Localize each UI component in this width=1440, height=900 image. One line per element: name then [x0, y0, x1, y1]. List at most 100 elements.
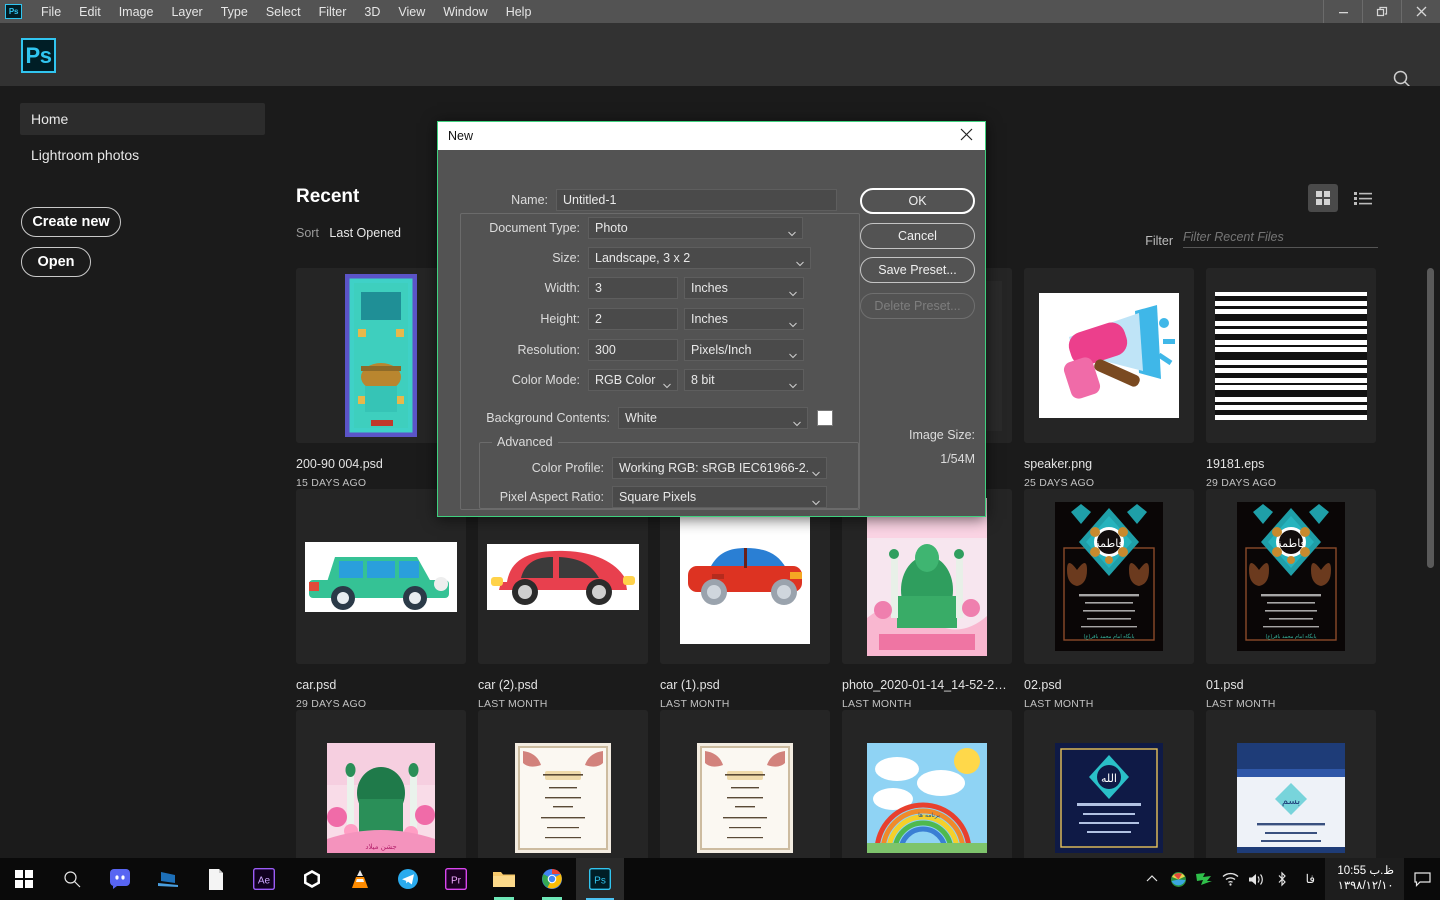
- color-profile-select[interactable]: Working RGB: sRGB IEC61966-2.1: [612, 457, 827, 479]
- window-controls: [1323, 0, 1440, 23]
- background-contents-select[interactable]: White: [618, 407, 808, 429]
- chrome-icon[interactable]: [528, 858, 576, 900]
- svg-text:پایگاه امام محمد باقر(ع): پایگاه امام محمد باقر(ع): [1265, 633, 1317, 640]
- sidebar-item-lightroom-photos[interactable]: Lightroom photos: [20, 139, 265, 171]
- sort-control[interactable]: Sort Last Opened: [296, 226, 401, 240]
- laptop-icon[interactable]: [144, 858, 192, 900]
- height-input[interactable]: [588, 308, 678, 330]
- recent-file-card[interactable]: car (2).psd LAST MONTH: [478, 489, 648, 710]
- photoshop-logo: Ps: [21, 38, 56, 73]
- wifi-icon[interactable]: [1217, 872, 1243, 886]
- color-profile-value: Working RGB: sRGB IEC61966-2.1: [619, 461, 808, 475]
- pixel-aspect-ratio-select[interactable]: Square Pixels: [612, 486, 827, 508]
- height-label: Height:: [540, 312, 580, 326]
- menu-item-help[interactable]: Help: [497, 2, 541, 22]
- resolution-label: Resolution:: [517, 343, 580, 357]
- file-thumbnail[interactable]: فاطمة پایگاه امام محمد باقر(ع): [1206, 489, 1376, 664]
- size-select[interactable]: Landscape, 3 x 2: [588, 247, 811, 269]
- color-mode-select[interactable]: RGB Color: [588, 369, 678, 391]
- file-date: LAST MONTH: [660, 698, 730, 710]
- color-mode-value: RGB Color: [595, 373, 656, 387]
- svg-text:فاطمة: فاطمة: [1276, 537, 1306, 550]
- premiere-icon[interactable]: Pr: [432, 858, 480, 900]
- file-thumbnail[interactable]: [1206, 268, 1376, 443]
- bluetooth-icon[interactable]: [1269, 871, 1295, 887]
- discord-icon[interactable]: [96, 858, 144, 900]
- idm-icon[interactable]: [1165, 871, 1191, 888]
- menu-item-filter[interactable]: Filter: [310, 2, 356, 22]
- vlc-icon[interactable]: [336, 858, 384, 900]
- minimize-button[interactable]: [1323, 0, 1362, 23]
- file-thumbnail[interactable]: [1024, 268, 1194, 443]
- recent-file-card[interactable]: فاطمة پایگاه امام محمد باقر(ع) 02.psd LAST …: [1024, 489, 1194, 710]
- recent-file-card[interactable]: 19181.eps 29 DAYS AGO: [1206, 268, 1376, 489]
- resolution-unit-select[interactable]: Pixels/Inch: [684, 339, 804, 361]
- clock[interactable]: 10:55 ظ.ب ۱۳۹۸/۱۲/۱۰: [1325, 858, 1404, 900]
- sidebar-item-home[interactable]: Home: [20, 103, 265, 135]
- filter-label: Filter: [1145, 234, 1173, 248]
- width-unit-select[interactable]: Inches: [684, 277, 804, 299]
- after-effects-icon[interactable]: Ae: [240, 858, 288, 900]
- menu-item-edit[interactable]: Edit: [70, 2, 110, 22]
- menu-item-view[interactable]: View: [389, 2, 434, 22]
- sort-value[interactable]: Last Opened: [329, 226, 401, 240]
- bit-depth-select[interactable]: 8 bit: [684, 369, 804, 391]
- filter-input[interactable]: [1183, 230, 1378, 248]
- name-input[interactable]: [556, 189, 837, 211]
- system-tray: فا 10:55 ظ.ب ۱۳۹۸/۱۲/۱۰: [1139, 858, 1440, 900]
- height-unit-select[interactable]: Inches: [684, 308, 804, 330]
- start-icon[interactable]: [0, 858, 48, 900]
- width-input[interactable]: [588, 277, 678, 299]
- scrollbar[interactable]: [1427, 268, 1434, 828]
- notifications-icon[interactable]: [1404, 871, 1440, 887]
- recent-file-card[interactable]: فاطمة پایگاه امام محمد باقر(ع) 01.psd LAST …: [1206, 489, 1376, 710]
- photoshop-icon[interactable]: Ps: [576, 858, 624, 900]
- grid-view-icon[interactable]: [1308, 184, 1338, 212]
- menu-item-3d[interactable]: 3D: [355, 2, 389, 22]
- show-hidden-icons-icon[interactable]: [1139, 874, 1165, 884]
- open-button[interactable]: Open: [21, 247, 91, 277]
- image-size-value: 1/54M: [940, 452, 975, 466]
- search-icon[interactable]: [48, 858, 96, 900]
- recent-file-card[interactable]: car.psd 29 DAYS AGO: [296, 489, 466, 710]
- file-name: car (1).psd: [660, 678, 720, 692]
- clock-date: ۱۳۹۸/۱۲/۱۰: [1337, 880, 1394, 892]
- recent-file-card[interactable]: photo_2020-01-14_14-52-26.... LAST MONTH: [842, 489, 1012, 710]
- recent-file-card[interactable]: car (1).psd LAST MONTH: [660, 489, 830, 710]
- recent-file-card[interactable]: speaker.png 25 DAYS AGO: [1024, 268, 1194, 489]
- create-new-button[interactable]: Create new: [21, 207, 121, 237]
- menu-item-file[interactable]: File: [32, 2, 70, 22]
- close-button[interactable]: [1401, 0, 1440, 23]
- file-thumbnail[interactable]: فاطمة پایگاه امام محمد باقر(ع): [1024, 489, 1194, 664]
- document-icon[interactable]: [192, 858, 240, 900]
- bandicam-icon[interactable]: [1191, 871, 1217, 887]
- language-indicator[interactable]: فا: [1295, 872, 1325, 886]
- list-view-icon[interactable]: [1348, 184, 1378, 212]
- file-date: LAST MONTH: [1206, 698, 1276, 710]
- menu-item-window[interactable]: Window: [434, 2, 496, 22]
- ok-button[interactable]: OK: [860, 188, 975, 214]
- image-size-label: Image Size:: [908, 428, 975, 442]
- menu-item-select[interactable]: Select: [257, 2, 310, 22]
- telegram-icon[interactable]: [384, 858, 432, 900]
- maximize-button[interactable]: [1362, 0, 1401, 23]
- cancel-button[interactable]: Cancel: [860, 223, 975, 249]
- dialog-close-icon[interactable]: [956, 128, 977, 145]
- file-date: LAST MONTH: [1024, 698, 1094, 710]
- document-type-select[interactable]: Photo: [588, 217, 803, 239]
- resolution-input[interactable]: [588, 339, 678, 361]
- save-preset-button[interactable]: Save Preset...: [860, 257, 975, 283]
- name-label: Name:: [511, 193, 548, 207]
- file-name: car (2).psd: [478, 678, 538, 692]
- menu-item-type[interactable]: Type: [212, 2, 257, 22]
- taskbar: Ae Pr Ps فا 10:55 ظ.ب ۱۳۹۸/۱۲/۱۰: [0, 858, 1440, 900]
- unity-icon[interactable]: [288, 858, 336, 900]
- color-mode-label: Color Mode:: [511, 373, 580, 387]
- background-color-swatch[interactable]: [817, 410, 833, 426]
- volume-icon[interactable]: [1243, 872, 1269, 887]
- dialog-title-bar: New: [438, 122, 985, 150]
- file-explorer-icon[interactable]: [480, 858, 528, 900]
- menu-item-layer[interactable]: Layer: [162, 2, 211, 22]
- width-label: Width:: [544, 281, 580, 295]
- menu-item-image[interactable]: Image: [110, 2, 163, 22]
